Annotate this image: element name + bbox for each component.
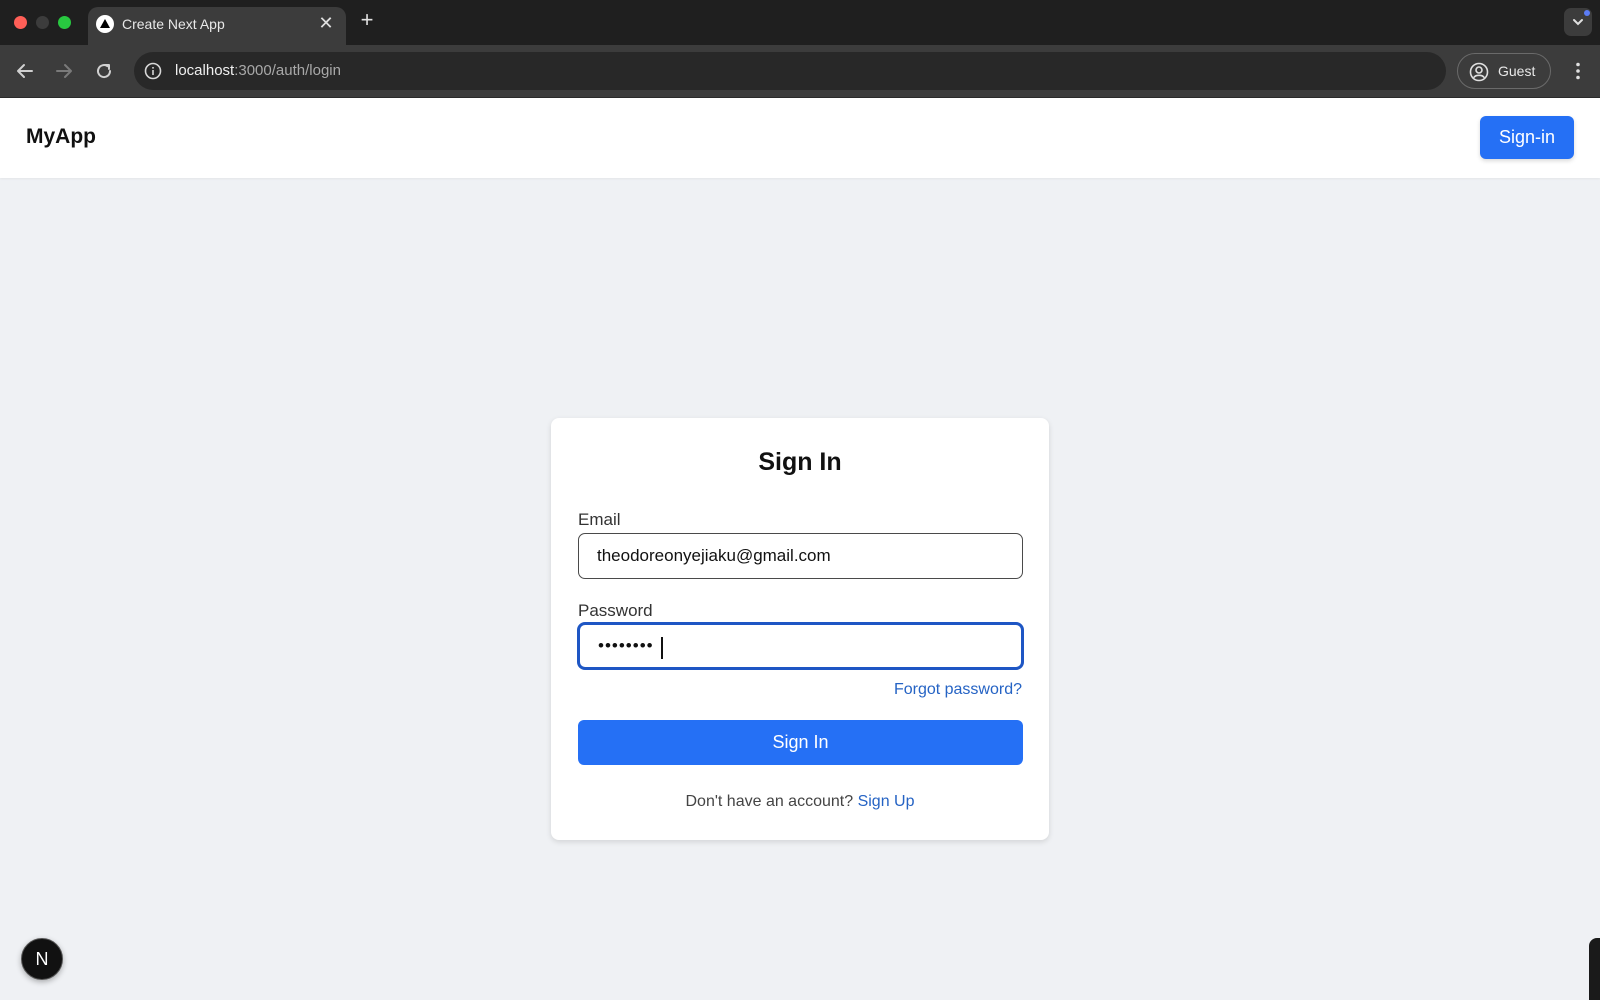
brand-logo[interactable]: MyApp: [26, 125, 96, 149]
browser-tab-strip: Create Next App ✕ +: [0, 0, 1600, 45]
profile-button[interactable]: Guest: [1457, 53, 1551, 89]
browser-tab[interactable]: Create Next App ✕: [88, 7, 346, 45]
close-window-button[interactable]: [14, 16, 27, 29]
signup-prompt-text: Don't have an account?: [685, 793, 854, 810]
nextjs-triangle-icon: [96, 15, 114, 33]
browser-toolbar: localhost:3000/auth/login Guest: [0, 45, 1600, 98]
forgot-password-link[interactable]: Forgot password?: [894, 681, 1022, 699]
app-header: MyApp Sign-in: [0, 98, 1600, 178]
side-panel-handle[interactable]: [1589, 938, 1600, 1000]
signup-prompt: Don't have an account? Sign Up: [551, 793, 1049, 811]
tab-title: Create Next App: [122, 16, 225, 32]
password-label: Password: [578, 601, 653, 620]
notification-dot: [1584, 10, 1590, 16]
user-circle-icon: [1469, 62, 1489, 82]
info-icon[interactable]: [144, 62, 162, 80]
url-text: localhost:3000/auth/login: [175, 62, 341, 79]
close-icon[interactable]: ✕: [316, 13, 336, 33]
arrow-right-icon: [56, 64, 72, 78]
reload-icon: [97, 64, 112, 79]
arrow-left-icon: [17, 64, 33, 78]
minimize-window-button[interactable]: [36, 16, 49, 29]
url-path: :3000/auth/login: [234, 62, 341, 79]
kebab-menu-icon: [1576, 62, 1580, 80]
maximize-window-button[interactable]: [58, 16, 71, 29]
chevron-down-icon: [1573, 19, 1583, 26]
email-field[interactable]: [578, 533, 1023, 579]
browser-menu-button[interactable]: [1566, 59, 1590, 83]
text-caret: [661, 637, 663, 659]
signin-submit-button[interactable]: Sign In: [578, 720, 1023, 765]
tab-search-button[interactable]: [1564, 8, 1592, 36]
header-signin-button[interactable]: Sign-in: [1480, 116, 1574, 159]
back-button[interactable]: [13, 59, 37, 83]
nextjs-dev-indicator[interactable]: N: [21, 938, 63, 980]
password-field[interactable]: [578, 623, 1023, 669]
email-label: Email: [578, 510, 621, 529]
new-tab-button[interactable]: +: [356, 9, 378, 31]
url-host: localhost: [175, 62, 235, 79]
address-bar[interactable]: localhost:3000/auth/login: [134, 52, 1446, 90]
signin-card: Sign In Email Password Forgot password? …: [551, 418, 1049, 840]
signup-link[interactable]: Sign Up: [858, 793, 915, 810]
page-title: Sign In: [758, 448, 842, 476]
reload-button[interactable]: [92, 59, 116, 83]
forward-button[interactable]: [52, 59, 76, 83]
profile-label: Guest: [1498, 63, 1536, 79]
